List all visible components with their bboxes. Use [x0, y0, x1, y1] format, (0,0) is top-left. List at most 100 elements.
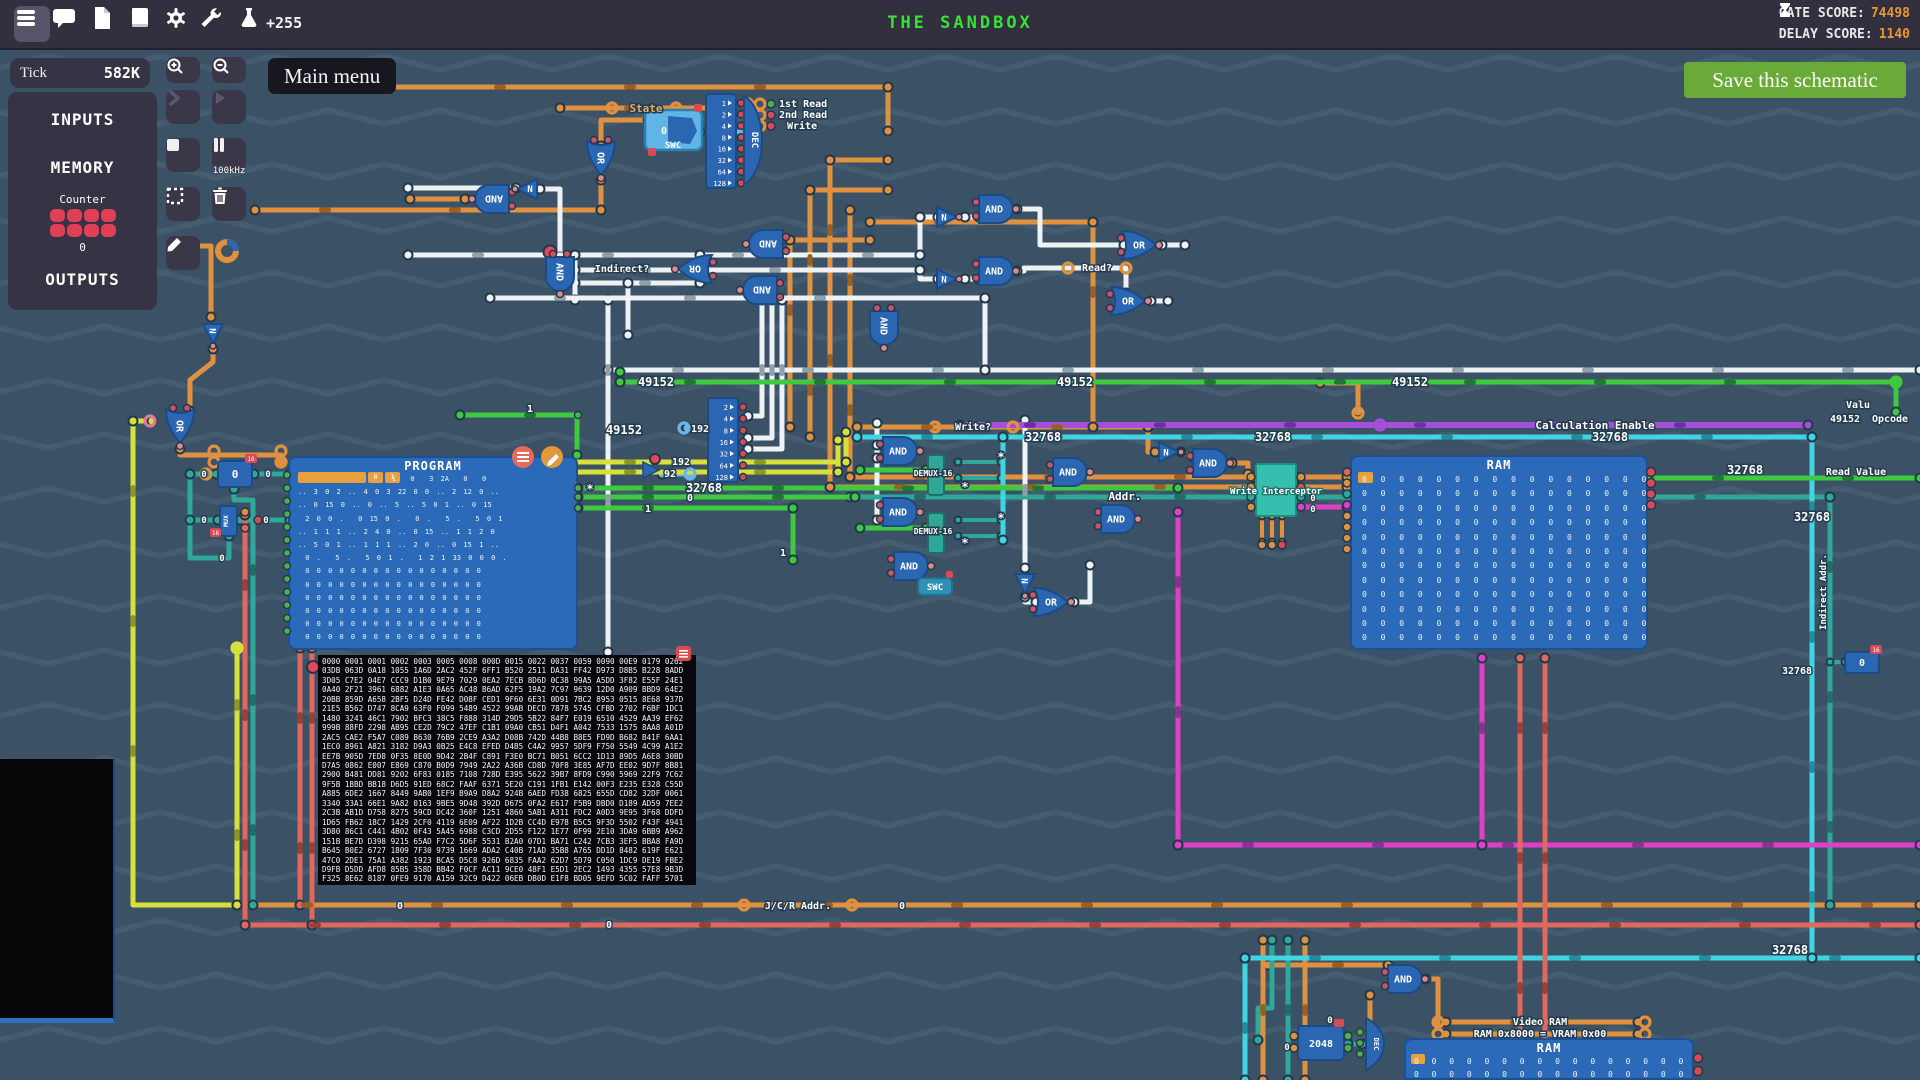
step-button[interactable]: [166, 90, 200, 124]
wire-node[interactable]: [186, 470, 195, 479]
delete-button[interactable]: [212, 187, 246, 221]
wire-node[interactable]: [866, 218, 875, 227]
select-button[interactable]: [166, 187, 200, 221]
gate-and[interactable]: AND: [888, 552, 935, 580]
wire-node[interactable]: [1268, 936, 1277, 945]
wire-node[interactable]: [1284, 936, 1293, 945]
wire-junction[interactable]: [916, 251, 925, 260]
gate-and[interactable]: AND: [877, 498, 924, 526]
wire[interactable]: [1074, 565, 1090, 602]
wire-node[interactable]: [1541, 654, 1550, 663]
wire-node[interactable]: [981, 294, 990, 303]
gate-and[interactable]: AND: [1095, 505, 1142, 533]
wire-node[interactable]: [1916, 901, 1920, 910]
wire-node[interactable]: [999, 536, 1008, 545]
decoder-bus[interactable]: 248163264128: [708, 398, 747, 482]
wire-node[interactable]: [1086, 561, 1095, 570]
output-screen[interactable]: [0, 759, 115, 1023]
zoom-out-button[interactable]: [212, 57, 246, 83]
stop-button[interactable]: [166, 138, 200, 172]
wire-junction[interactable]: [1241, 954, 1250, 963]
wire-node[interactable]: [1164, 297, 1173, 306]
wire-junction[interactable]: [999, 433, 1008, 442]
wire-node[interactable]: [856, 524, 865, 533]
hex-memory-dump[interactable]: 0000 0001 0001 0002 0003 0005 0008 000D …: [318, 655, 696, 885]
wire-node[interactable]: [806, 186, 815, 195]
gate-and[interactable]: AND: [546, 251, 574, 298]
gate-or[interactable]: OR: [1107, 287, 1152, 315]
wire-node[interactable]: [916, 213, 925, 222]
wire-node[interactable]: [1916, 841, 1920, 850]
wire-node[interactable]: [1916, 474, 1920, 483]
wire-node[interactable]: [624, 279, 633, 288]
wire-node[interactable]: [1301, 936, 1310, 945]
wire-node[interactable]: [1174, 484, 1183, 493]
wire-node[interactable]: [251, 206, 260, 215]
wire-node[interactable]: [1254, 1036, 1263, 1045]
wire[interactable]: [1426, 979, 1438, 1022]
wire-node[interactable]: [186, 516, 195, 525]
wire-junction[interactable]: [846, 473, 855, 482]
wire-junction[interactable]: [597, 206, 606, 215]
wire-node[interactable]: [955, 459, 962, 466]
wire-node[interactable]: [873, 419, 882, 428]
wire-junction[interactable]: [616, 378, 625, 387]
wire-node[interactable]: [1916, 954, 1920, 963]
gate-and[interactable]: AND: [870, 305, 898, 352]
play-button[interactable]: [212, 90, 246, 124]
wire-node[interactable]: [624, 331, 633, 340]
gate-n[interactable]: N: [203, 324, 223, 349]
save-schematic-button[interactable]: Save this schematic: [1684, 62, 1906, 98]
wire-node[interactable]: [1181, 241, 1190, 250]
wire-junction[interactable]: [1089, 423, 1098, 432]
wire-junction[interactable]: [1478, 841, 1487, 850]
wire-node[interactable]: [1826, 901, 1835, 910]
wire-node[interactable]: [1021, 564, 1030, 573]
wire-junction[interactable]: [233, 901, 242, 910]
wire[interactable]: [190, 349, 213, 411]
wire-node[interactable]: [207, 313, 216, 322]
wire-node[interactable]: [884, 156, 893, 165]
wire-ring-connector[interactable]: [1640, 1017, 1650, 1027]
wire-node[interactable]: [866, 236, 875, 245]
wire-node[interactable]: [1259, 1076, 1268, 1080]
wire-node[interactable]: [1089, 218, 1098, 227]
wire-node[interactable]: [834, 468, 843, 477]
wire-ring-connector[interactable]: [209, 446, 219, 456]
wire-node[interactable]: [826, 156, 835, 165]
wire-node[interactable]: [884, 186, 893, 195]
wire-node[interactable]: [1808, 433, 1817, 442]
wire-node[interactable]: [616, 368, 625, 377]
wire-node[interactable]: [851, 493, 860, 502]
wire-node[interactable]: [241, 921, 250, 930]
wire-node[interactable]: [486, 294, 495, 303]
wire-node[interactable]: [249, 901, 258, 910]
gate-and[interactable]: AND: [1382, 965, 1429, 993]
wire-junction[interactable]: [826, 483, 835, 492]
wire-node[interactable]: [406, 195, 415, 204]
edit-button[interactable]: [166, 236, 200, 270]
wire[interactable]: [748, 300, 782, 449]
wire-node[interactable]: [1259, 936, 1268, 945]
register-zero-right[interactable]: 016: [1845, 645, 1882, 673]
wire-node[interactable]: [842, 458, 851, 467]
io-dot[interactable]: [650, 454, 660, 464]
decoder-vram[interactable]: DEC: [1357, 1018, 1385, 1070]
wire-node[interactable]: [1916, 366, 1920, 375]
wire[interactable]: [748, 300, 762, 416]
wire-node[interactable]: [853, 423, 862, 432]
wire-junction[interactable]: [1174, 841, 1183, 850]
video-ram-panel[interactable]: RAM 0 0 0 0 0 0 0 0 0 0 0 0 0 0 0 0 0 0 …: [1404, 1038, 1694, 1080]
gate-and[interactable]: AND: [1047, 458, 1094, 486]
wire-node[interactable]: [404, 251, 413, 260]
loop-component-button[interactable]: [212, 236, 246, 270]
gate-and[interactable]: AND: [1187, 449, 1234, 477]
wire-junction[interactable]: [806, 433, 815, 442]
wire-node[interactable]: [1366, 991, 1375, 1000]
wire-junction[interactable]: [916, 266, 925, 275]
wire-node[interactable]: [842, 428, 851, 437]
wire-node[interactable]: [1804, 421, 1813, 430]
wire-node[interactable]: [1478, 654, 1487, 663]
wire-ring-connector[interactable]: [755, 99, 765, 109]
wire-junction[interactable]: [129, 417, 138, 426]
